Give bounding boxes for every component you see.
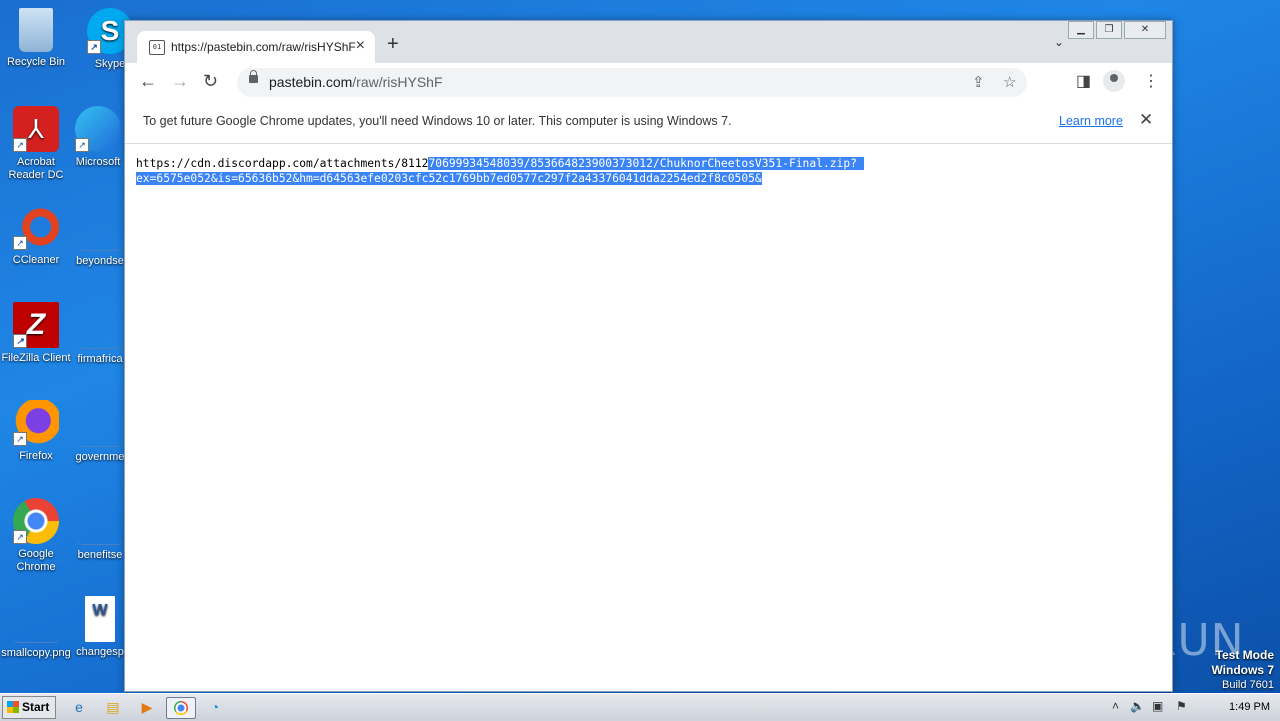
share-icon[interactable]: ⇪ xyxy=(972,73,985,91)
window-controls: ▁ ❐ ✕ xyxy=(1068,21,1166,39)
address-bar[interactable]: pastebin.com/raw/risHYShF ⇪ ☆ xyxy=(237,68,1027,97)
document-icon xyxy=(77,204,123,251)
test-mode-notice: Test Mode Windows 7 Build 7601 xyxy=(1211,648,1274,692)
shortcut-arrow-icon: ↗ xyxy=(13,236,27,250)
bookmark-star-icon[interactable]: ☆ xyxy=(1003,73,1016,91)
desktop-icon-label: Acrobat Reader DC xyxy=(8,156,64,181)
desktop-icon-label: Skype xyxy=(94,58,126,70)
system-tray: ˄ 🔈 ▣ ⚑ 1:49 PM xyxy=(1106,696,1278,718)
minimize-button[interactable]: ▁ xyxy=(1068,21,1094,39)
desktop-icon-label: governme xyxy=(75,451,125,463)
selected-text-line1: 70699934548039/853664823900373012/Chukno… xyxy=(428,157,864,170)
desktop-icon-label: smallcopy.png xyxy=(1,647,71,659)
tab-title: https://pastebin.com/raw/risHYShF xyxy=(171,40,356,54)
edge-taskbar-icon[interactable]: ◔ xyxy=(204,697,226,717)
infobar-message: To get future Google Chrome updates, you… xyxy=(143,114,732,128)
document-icon xyxy=(77,302,123,349)
test-mode-line3: Build 7601 xyxy=(1222,679,1274,691)
desktop-icon-ccleaner[interactable]: ↗ CCleaner xyxy=(0,204,72,267)
desktop-icon-google-chrome[interactable]: ↗ Google Chrome xyxy=(0,498,72,574)
shortcut-arrow-icon: ↗ xyxy=(87,40,101,54)
desktop-icon-firefox[interactable]: ↗ Firefox xyxy=(0,400,72,463)
desktop-icon-label: FileZilla Client xyxy=(1,352,71,364)
explorer-taskbar-icon[interactable]: ▤ xyxy=(102,697,124,717)
desktop-icon-label: firmafrica xyxy=(77,353,123,365)
url-text[interactable]: pastebin.com/raw/risHYShF xyxy=(269,74,443,90)
chrome-window: 01 https://pastebin.com/raw/risHYShF × +… xyxy=(124,20,1173,692)
url-path: /raw/risHYShF xyxy=(352,74,443,90)
show-hidden-icons-chevron-icon[interactable]: ˄ xyxy=(1112,699,1119,713)
ie-taskbar-icon[interactable]: e xyxy=(68,697,90,717)
tab-search-chevron-icon[interactable]: ⌄ xyxy=(1054,35,1064,49)
tab-close-icon[interactable]: × xyxy=(356,37,365,55)
edge-icon: ↗ xyxy=(75,106,121,152)
document-icon xyxy=(77,400,123,447)
browser-toolbar: ← → ↻ pastebin.com/raw/risHYShF ⇪ ☆ ◨ ⋮ xyxy=(125,63,1172,102)
desktop-icon-label: Firefox xyxy=(19,450,53,462)
acrobat-icon: ⅄ ↗ xyxy=(13,106,59,152)
tab-strip: 01 https://pastebin.com/raw/risHYShF × +… xyxy=(125,21,1172,63)
desktop-icon-label: Recycle Bin xyxy=(6,56,66,68)
reload-icon[interactable]: ↻ xyxy=(203,71,218,92)
side-panel-icon[interactable]: ◨ xyxy=(1076,71,1091,91)
shortcut-arrow-icon: ↗ xyxy=(13,138,27,152)
url-domain: pastebin.com xyxy=(269,74,353,90)
desktop-icon-label: beyondse xyxy=(76,255,124,267)
menu-kebab-icon[interactable]: ⋮ xyxy=(1143,71,1159,91)
volume-icon[interactable]: 🔈 xyxy=(1130,699,1145,713)
firefox-icon: ↗ xyxy=(13,400,59,446)
selected-text-line2: ex=6575e052&is=65636b52&hm=d64563efe0203… xyxy=(136,172,762,185)
word-document-icon: W xyxy=(85,596,115,642)
back-arrow-icon[interactable]: ← xyxy=(139,71,157,92)
test-mode-line2: Windows 7 xyxy=(1211,663,1274,677)
action-center-flag-icon[interactable]: ⚑ xyxy=(1176,699,1187,713)
raw-paste-text[interactable]: https://cdn.discordapp.com/attachments/8… xyxy=(136,156,864,186)
desktop-icon-label: changesp xyxy=(76,646,124,658)
recycle-bin-icon xyxy=(19,8,53,52)
desktop-icon-label: Microsoft xyxy=(75,156,121,168)
chrome-icon xyxy=(174,701,188,715)
shortcut-arrow-icon: ↗ xyxy=(13,530,27,544)
windows-logo-icon xyxy=(7,701,19,713)
close-window-button[interactable]: ✕ xyxy=(1124,21,1166,39)
update-infobar: To get future Google Chrome updates, you… xyxy=(125,101,1172,144)
taskbar: Start e ▤ ▶ ◔ ˄ 🔈 ▣ ⚑ 1:49 PM xyxy=(0,693,1280,721)
raw-page-icon: 01 xyxy=(149,40,165,55)
network-icon[interactable]: ▣ xyxy=(1152,699,1163,713)
browser-tab[interactable]: 01 https://pastebin.com/raw/risHYShF × xyxy=(137,31,375,63)
desktop-icon-label: CCleaner xyxy=(12,254,60,266)
test-mode-line1: Test Mode xyxy=(1215,648,1274,662)
profile-avatar-icon[interactable] xyxy=(1103,70,1125,92)
desktop-icon-label: benefitse xyxy=(77,549,123,561)
shortcut-arrow-icon: ↗ xyxy=(75,138,89,152)
image-file-icon xyxy=(13,596,59,643)
url-plain-text: https://cdn.discordapp.com/attachments/8… xyxy=(136,157,429,170)
chrome-icon: ↗ xyxy=(13,498,59,544)
start-label: Start xyxy=(22,700,50,714)
page-content: https://cdn.discordapp.com/attachments/8… xyxy=(125,144,1172,691)
lock-icon xyxy=(249,70,258,83)
new-tab-button[interactable]: + xyxy=(387,33,399,56)
desktop-icon-smallcopy[interactable]: smallcopy.png xyxy=(0,596,72,660)
shortcut-arrow-icon: ↗ xyxy=(13,432,27,446)
chrome-taskbar-button[interactable] xyxy=(166,697,196,719)
desktop-icon-label: Google Chrome xyxy=(16,548,56,573)
infobar-close-icon[interactable]: ✕ xyxy=(1139,110,1153,130)
document-icon xyxy=(77,498,123,545)
filezilla-icon: Z ↗ xyxy=(13,302,59,348)
forward-arrow-icon[interactable]: → xyxy=(171,71,189,92)
ccleaner-icon: ↗ xyxy=(13,204,59,250)
clock[interactable]: 1:49 PM xyxy=(1229,701,1270,713)
desktop-icon-filezilla[interactable]: Z ↗ FileZilla Client xyxy=(0,302,72,365)
restore-button[interactable]: ❐ xyxy=(1096,21,1122,39)
media-player-taskbar-icon[interactable]: ▶ xyxy=(136,697,158,717)
learn-more-link[interactable]: Learn more xyxy=(1059,114,1123,128)
desktop-icon-recycle-bin[interactable]: Recycle Bin xyxy=(0,8,72,69)
shortcut-arrow-icon: ↗ xyxy=(13,334,27,348)
start-button[interactable]: Start xyxy=(2,696,56,719)
